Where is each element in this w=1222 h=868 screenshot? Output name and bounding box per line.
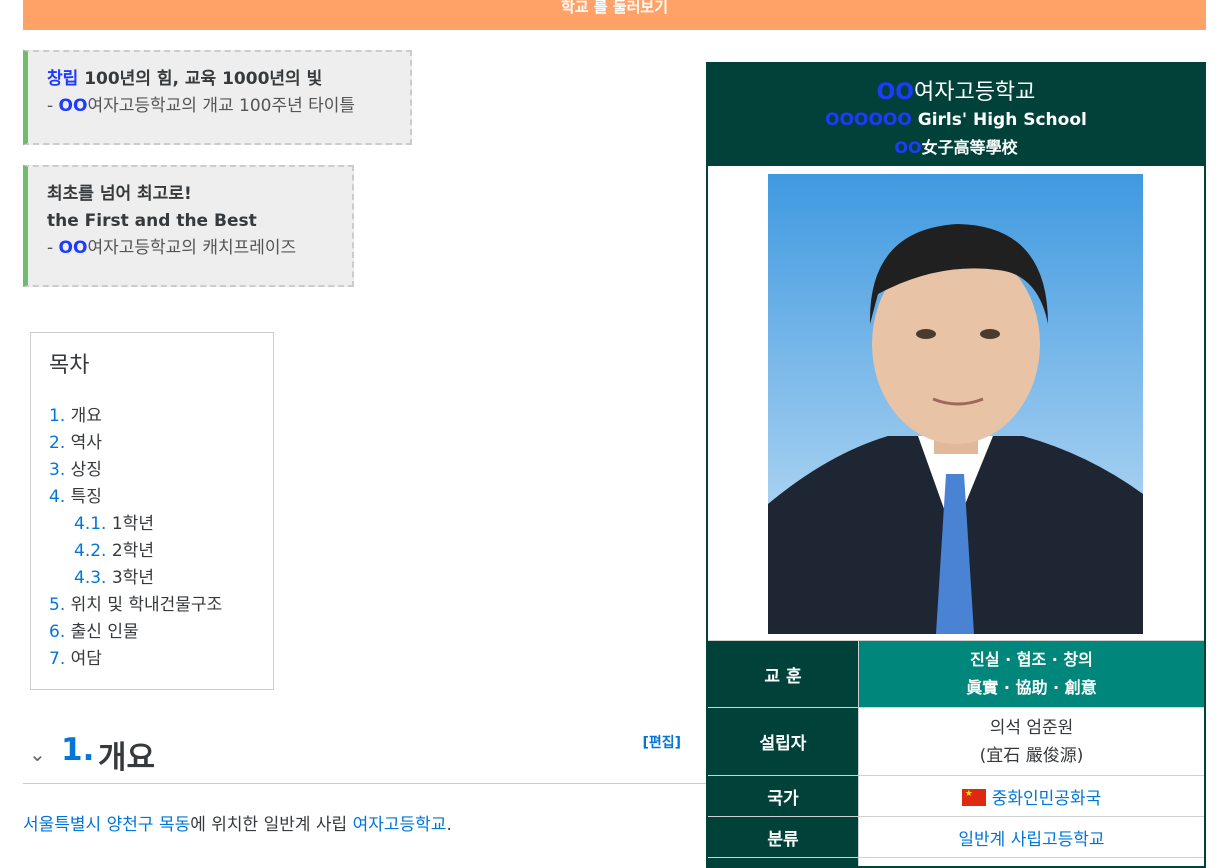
overview-paragraph: 서울특별시 양천구 목동에 위치한 일반계 사립 여자고등학교. <box>23 815 452 835</box>
school-name: 여자고등학교 <box>913 80 1036 105</box>
toc-item-2[interactable]: 2. 역사 <box>49 430 255 457</box>
toc-item-6[interactable]: 6. 출신 인물 <box>49 619 255 646</box>
toc-item-4-2[interactable]: 4.2. 2학년 <box>49 538 255 565</box>
link-yangcheon[interactable]: 양천구 <box>107 815 154 835</box>
quote-source: 여자고등학교의 개교 100주년 타이틀 <box>87 96 356 116</box>
motto-value: 진실 · 협조 · 창의 眞實 · 協助 · 創意 <box>858 640 1204 708</box>
school-name-hanja: 女子高等學校 <box>921 138 1018 157</box>
type-label: 분류 <box>708 816 859 858</box>
toc-item-4-1[interactable]: 4.1. 1학년 <box>49 511 255 538</box>
quote-slogan-ko: 최초를 넘어 최고로! <box>47 184 192 204</box>
founder-value: 의석 엄준원 (宜石 嚴俊源) <box>858 707 1204 776</box>
toc-item-7[interactable]: 7. 여담 <box>49 646 255 673</box>
quote-source: 여자고등학교의 캐치프레이즈 <box>87 238 297 258</box>
collapse-bar[interactable]: 학교 를 둘러보기 <box>23 0 1206 30</box>
school-name-en: Girls' High School <box>911 110 1087 130</box>
link-mokdong[interactable]: 목동 <box>159 815 190 835</box>
toc-item-4-3[interactable]: 4.3. 3학년 <box>49 565 255 592</box>
founder-label: 설립자 <box>708 707 859 776</box>
type-link[interactable]: 일반계 사립고등학교 <box>958 830 1104 850</box>
redaction-scribble: OO <box>58 96 88 116</box>
link-seoul[interactable]: 서울특별시 <box>23 815 101 835</box>
infobox-header: OO여자고등학교 OOOOOO Girls' High School OO女子高… <box>708 64 1204 166</box>
quote-box-slogan: 최초를 넘어 최고로! the First and the Best - OO여… <box>23 165 354 287</box>
toc-item-4[interactable]: 4. 특징 <box>49 484 255 511</box>
chevron-down-icon[interactable]: ⌄ <box>29 742 46 766</box>
redaction-scribble: OO <box>58 238 88 258</box>
redaction-scribble: OO <box>894 138 922 157</box>
country-link[interactable]: 중화인민공화국 <box>992 789 1101 809</box>
section-title: 개요 <box>98 740 156 776</box>
section-heading-overview[interactable]: ⌄ 1. 개요 [편집] <box>23 722 706 784</box>
table-of-contents: 목차 1. 개요 2. 역사 3. 상징 4. 특징 4.1. 1학년 4.2.… <box>30 332 274 690</box>
school-infobox: OO여자고등학교 OOOOOO Girls' High School OO女子高… <box>706 62 1206 868</box>
link-girls-high-school[interactable]: 여자고등학교 <box>353 815 447 835</box>
quote-slogan-en: the First and the Best <box>47 211 257 231</box>
toc-item-3[interactable]: 3. 상징 <box>49 457 255 484</box>
infobox-table: 교 훈 진실 · 협조 · 창의 眞實 · 協助 · 創意 설립자 의석 엄준원… <box>708 640 1204 866</box>
quote-box-anniversary: 창립 100년의 힘, 교육 1000년의 빛 - OO여자고등학교의 개교 1… <box>23 50 412 145</box>
motto-label: 교 훈 <box>708 640 859 708</box>
toc-title: 목차 <box>49 353 90 378</box>
section-number[interactable]: 1. <box>61 732 94 768</box>
redaction-scribble: OOOOOO <box>825 110 912 130</box>
portrait-image <box>768 174 1143 634</box>
country-value: ★ 중화인민공화국 <box>858 775 1204 817</box>
edit-link[interactable]: [편집] <box>642 732 681 752</box>
toc-item-1[interactable]: 1. 개요 <box>49 403 255 430</box>
china-flag-icon: ★ <box>961 788 986 806</box>
toc-item-5[interactable]: 5. 위치 및 학내건물구조 <box>49 592 255 619</box>
redaction-scribble: 창립 <box>47 69 79 89</box>
quote-title: 100년의 힘, 교육 1000년의 빛 <box>78 69 323 89</box>
redaction-scribble: OO <box>876 80 914 105</box>
portrait-photo[interactable] <box>768 174 1143 634</box>
country-label: 국가 <box>708 775 859 817</box>
